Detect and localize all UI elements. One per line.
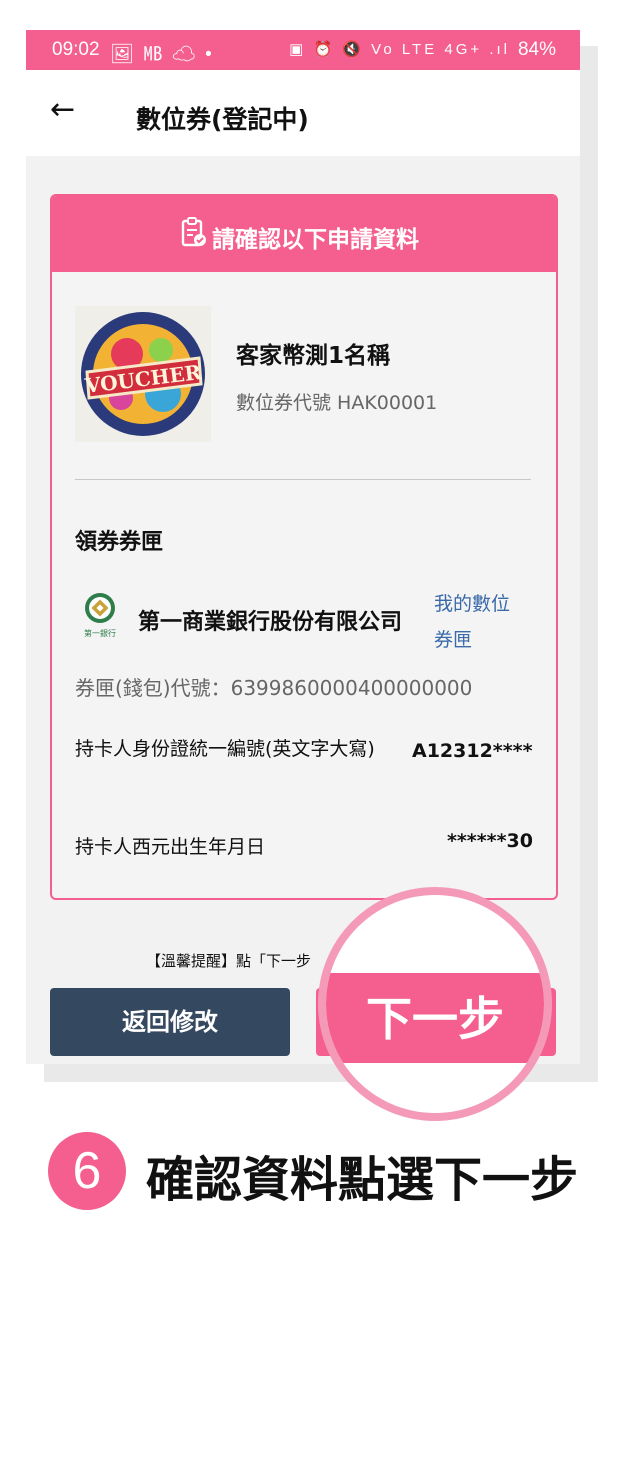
holder-id-value: A12312**** — [412, 740, 533, 762]
step-number-badge: 6 — [48, 1132, 126, 1210]
notification-icons: 🖼 ㎆ ☁ • — [110, 44, 214, 65]
clipboard-check-icon — [180, 216, 208, 254]
wallet-section-title: 領券券匣 — [75, 530, 164, 555]
reminder-text: 【溫馨提醒】點「下一步 — [146, 952, 312, 970]
voucher-image: VOUCHER — [75, 306, 211, 442]
back-edit-button[interactable]: 返回修改 — [50, 988, 290, 1056]
back-arrow-icon[interactable]: ← — [50, 92, 75, 127]
divider — [75, 479, 531, 480]
battery-level: 84% — [517, 39, 556, 60]
bank-logo-caption: 第一銀行 — [84, 629, 116, 638]
card-header-title: 請確認以下申請資料 — [212, 227, 419, 253]
bank-name: 第一商業銀行股份有限公司 — [138, 610, 403, 635]
confirm-card: 請確認以下申請資料 VOUCHER 客家幣測1名稱 數位券代號 HAK00001… — [50, 194, 558, 900]
my-wallet-link[interactable]: 我的數位券匣 — [434, 586, 526, 658]
step-instruction: 確認資料點選下一步 — [146, 1152, 579, 1208]
next-button[interactable]: 下一步 — [326, 983, 544, 1049]
next-button-magnifier[interactable]: 下一步 — [318, 887, 552, 1121]
bank-logo: 第一銀行 — [78, 590, 122, 642]
wallet-id: 券匣(錢包)代號：6399860000400000000 — [75, 676, 473, 700]
status-time: 09:02 — [52, 39, 100, 60]
app-bar: ← 數位券(登記中) — [26, 70, 580, 156]
status-bar: 09:02 🖼 ㎆ ☁ • ▣ ⏰ 🔇 Vo LTE 4G+ .ıl 84% — [26, 30, 580, 70]
page-title: 數位券(登記中) — [136, 105, 309, 134]
holder-id-label: 持卡人身份證統一編號(英文字大寫) — [75, 738, 375, 760]
card-header: 請確認以下申請資料 — [52, 196, 556, 272]
dob-label: 持卡人西元出生年月日 — [75, 836, 266, 858]
system-icons: ▣ ⏰ 🔇 Vo LTE 4G+ .ıl — [289, 41, 510, 58]
dob-value: ******30 — [446, 830, 533, 852]
voucher-code: 數位券代號 HAK00001 — [236, 392, 438, 414]
voucher-name: 客家幣測1名稱 — [236, 343, 391, 369]
